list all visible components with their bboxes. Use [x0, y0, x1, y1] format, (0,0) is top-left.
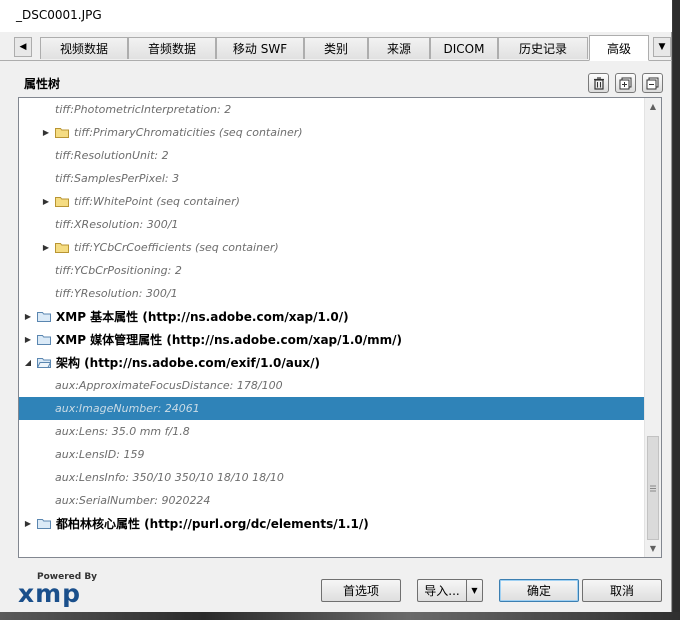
collapse-arrow-icon[interactable]: ◢: [23, 358, 33, 368]
tab-video-data[interactable]: 视频数据: [40, 37, 128, 59]
tree-row-label: aux:ImageNumber: 24061: [55, 402, 200, 415]
tree-row-label: tiff:SamplesPerPixel: 3: [55, 172, 180, 185]
expand-all-icon: [619, 77, 632, 89]
folder-icon: [37, 335, 51, 345]
tree-row-selected[interactable]: aux:ImageNumber: 24061: [19, 397, 645, 420]
background-strip: [0, 612, 680, 620]
property-tree[interactable]: tiff:PhotometricInterpretation: 2 ▶ tiff:…: [18, 97, 662, 558]
cancel-button[interactable]: 取消: [582, 579, 662, 602]
xmp-logo: Powered By xmp: [18, 572, 97, 606]
tab-dicom[interactable]: DICOM: [430, 37, 498, 59]
xmp-brand: xmp: [18, 579, 82, 608]
tree-row-label: tiff:PhotometricInterpretation: 2: [55, 103, 232, 116]
tab-audio-data[interactable]: 音频数据: [128, 37, 216, 59]
tab-categories[interactable]: 类别: [304, 37, 368, 59]
tree-row-label: aux:SerialNumber: 9020224: [55, 494, 211, 507]
tab-origin[interactable]: 来源: [368, 37, 430, 59]
tab-list-dropdown-icon[interactable]: ▼: [653, 37, 671, 57]
tree-row[interactable]: aux:LensInfo: 350/10 350/10 18/10 18/10: [19, 466, 645, 489]
tree-row[interactable]: tiff:SamplesPerPixel: 3: [19, 167, 645, 190]
tree-row[interactable]: ▶ tiff:PrimaryChromaticities (seq contain…: [19, 121, 645, 144]
tab-history[interactable]: 历史记录: [498, 37, 588, 59]
dropdown-arrow-icon: ▼: [471, 586, 478, 595]
folder-icon: [55, 197, 69, 207]
tab-scroll-left-icon[interactable]: ◀: [14, 37, 32, 57]
tree-row-label: tiff:YCbCrCoefficients (seq container): [74, 241, 279, 254]
expand-arrow-icon[interactable]: ▶: [23, 312, 33, 322]
folder-icon: [55, 243, 69, 253]
expand-all-button[interactable]: [615, 73, 636, 93]
folder-icon: [37, 312, 51, 322]
tab-strip: ◀ 视频数据 音频数据 移动 SWF 类别 来源 DICOM 历史记录 高级 ▼: [0, 33, 672, 61]
tree-row-label: 都柏林核心属性 (http://purl.org/dc/elements/1.1…: [56, 517, 369, 531]
tree-row-label: tiff:XResolution: 300/1: [55, 218, 179, 231]
tree-row-label: aux:LensInfo: 350/10 350/10 18/10 18/10: [55, 471, 284, 484]
vertical-scrollbar[interactable]: ▲ ▼: [644, 98, 661, 557]
folder-icon: [55, 128, 69, 138]
tree-row[interactable]: tiff:ResolutionUnit: 2: [19, 144, 645, 167]
file-info-dialog: _DSC0001.JPG ◀ 视频数据 音频数据 移动 SWF 类别 来源 DI…: [0, 0, 672, 620]
tree-row[interactable]: aux:LensID: 159: [19, 443, 645, 466]
tree-row-label: tiff:YCbCrPositioning: 2: [55, 264, 182, 277]
tab-mobile-swf[interactable]: 移动 SWF: [216, 37, 304, 59]
collapse-all-icon: [646, 77, 659, 89]
expand-arrow-icon[interactable]: ▶: [23, 519, 33, 529]
scroll-up-icon[interactable]: ▲: [645, 98, 661, 115]
import-menu-button[interactable]: ▼: [466, 579, 483, 602]
trash-icon: [593, 76, 604, 90]
tree-row-label: tiff:ResolutionUnit: 2: [55, 149, 169, 162]
folder-icon: [37, 519, 51, 529]
tree-row[interactable]: tiff:XResolution: 300/1: [19, 213, 645, 236]
tree-group-xmp-media-management[interactable]: ▶ XMP 媒体管理属性 (http://ns.adobe.com/xap/1.0…: [19, 328, 645, 351]
tree-row[interactable]: ▶ tiff:YCbCrCoefficients (seq container): [19, 236, 645, 259]
tab-advanced[interactable]: 高级: [589, 35, 649, 61]
window-title: _DSC0001.JPG: [0, 0, 672, 32]
background-edge: [673, 0, 680, 620]
scroll-thumb[interactable]: [647, 436, 659, 540]
expand-arrow-icon[interactable]: ▶: [23, 335, 33, 345]
tree-row-label: aux:LensID: 159: [55, 448, 145, 461]
tree-row-label: aux:Lens: 35.0 mm f/1.8: [55, 425, 190, 438]
tree-group-xmp-basic[interactable]: ▶ XMP 基本属性 (http://ns.adobe.com/xap/1.0/): [19, 305, 645, 328]
tree-group-aux-schema[interactable]: ◢ 架构 (http://ns.adobe.com/exif/1.0/aux/): [19, 351, 645, 374]
tree-row[interactable]: tiff:YCbCrPositioning: 2: [19, 259, 645, 282]
tree-row[interactable]: aux:ApproximateFocusDistance: 178/100: [19, 374, 645, 397]
collapse-all-button[interactable]: [642, 73, 663, 93]
scroll-down-icon[interactable]: ▼: [645, 540, 661, 557]
tree-row-label: XMP 基本属性 (http://ns.adobe.com/xap/1.0/): [56, 310, 349, 324]
import-button[interactable]: 导入...: [417, 579, 467, 602]
tree-row[interactable]: aux:SerialNumber: 9020224: [19, 489, 645, 512]
folder-open-icon: [37, 358, 51, 368]
tree-row-label: tiff:YResolution: 300/1: [55, 287, 178, 300]
tree-row[interactable]: tiff:YResolution: 300/1: [19, 282, 645, 305]
tree-row-label: aux:ApproximateFocusDistance: 178/100: [55, 379, 283, 392]
expand-arrow-icon[interactable]: ▶: [41, 197, 51, 207]
panel-title: 属性树: [24, 77, 61, 91]
tree-row[interactable]: aux:Lens: 35.0 mm f/1.8: [19, 420, 645, 443]
tree-row[interactable]: tiff:PhotometricInterpretation: 2: [19, 98, 645, 121]
expand-arrow-icon[interactable]: ▶: [41, 128, 51, 138]
tree-row-label: tiff:PrimaryChromaticities (seq containe…: [74, 126, 303, 139]
grip-icon: [650, 485, 656, 491]
preferences-button[interactable]: 首选项: [321, 579, 401, 602]
delete-button[interactable]: [588, 73, 609, 93]
tree-row[interactable]: ▶ tiff:WhitePoint (seq container): [19, 190, 645, 213]
expand-arrow-icon[interactable]: ▶: [41, 243, 51, 253]
tree-group-dublin-core[interactable]: ▶ 都柏林核心属性 (http://purl.org/dc/elements/1.…: [19, 512, 645, 535]
tree-row-label: tiff:WhitePoint (seq container): [74, 195, 240, 208]
tree-row-label: 架构 (http://ns.adobe.com/exif/1.0/aux/): [56, 356, 321, 370]
tree-row-label: XMP 媒体管理属性 (http://ns.adobe.com/xap/1.0/…: [56, 333, 403, 347]
ok-button[interactable]: 确定: [499, 579, 579, 602]
